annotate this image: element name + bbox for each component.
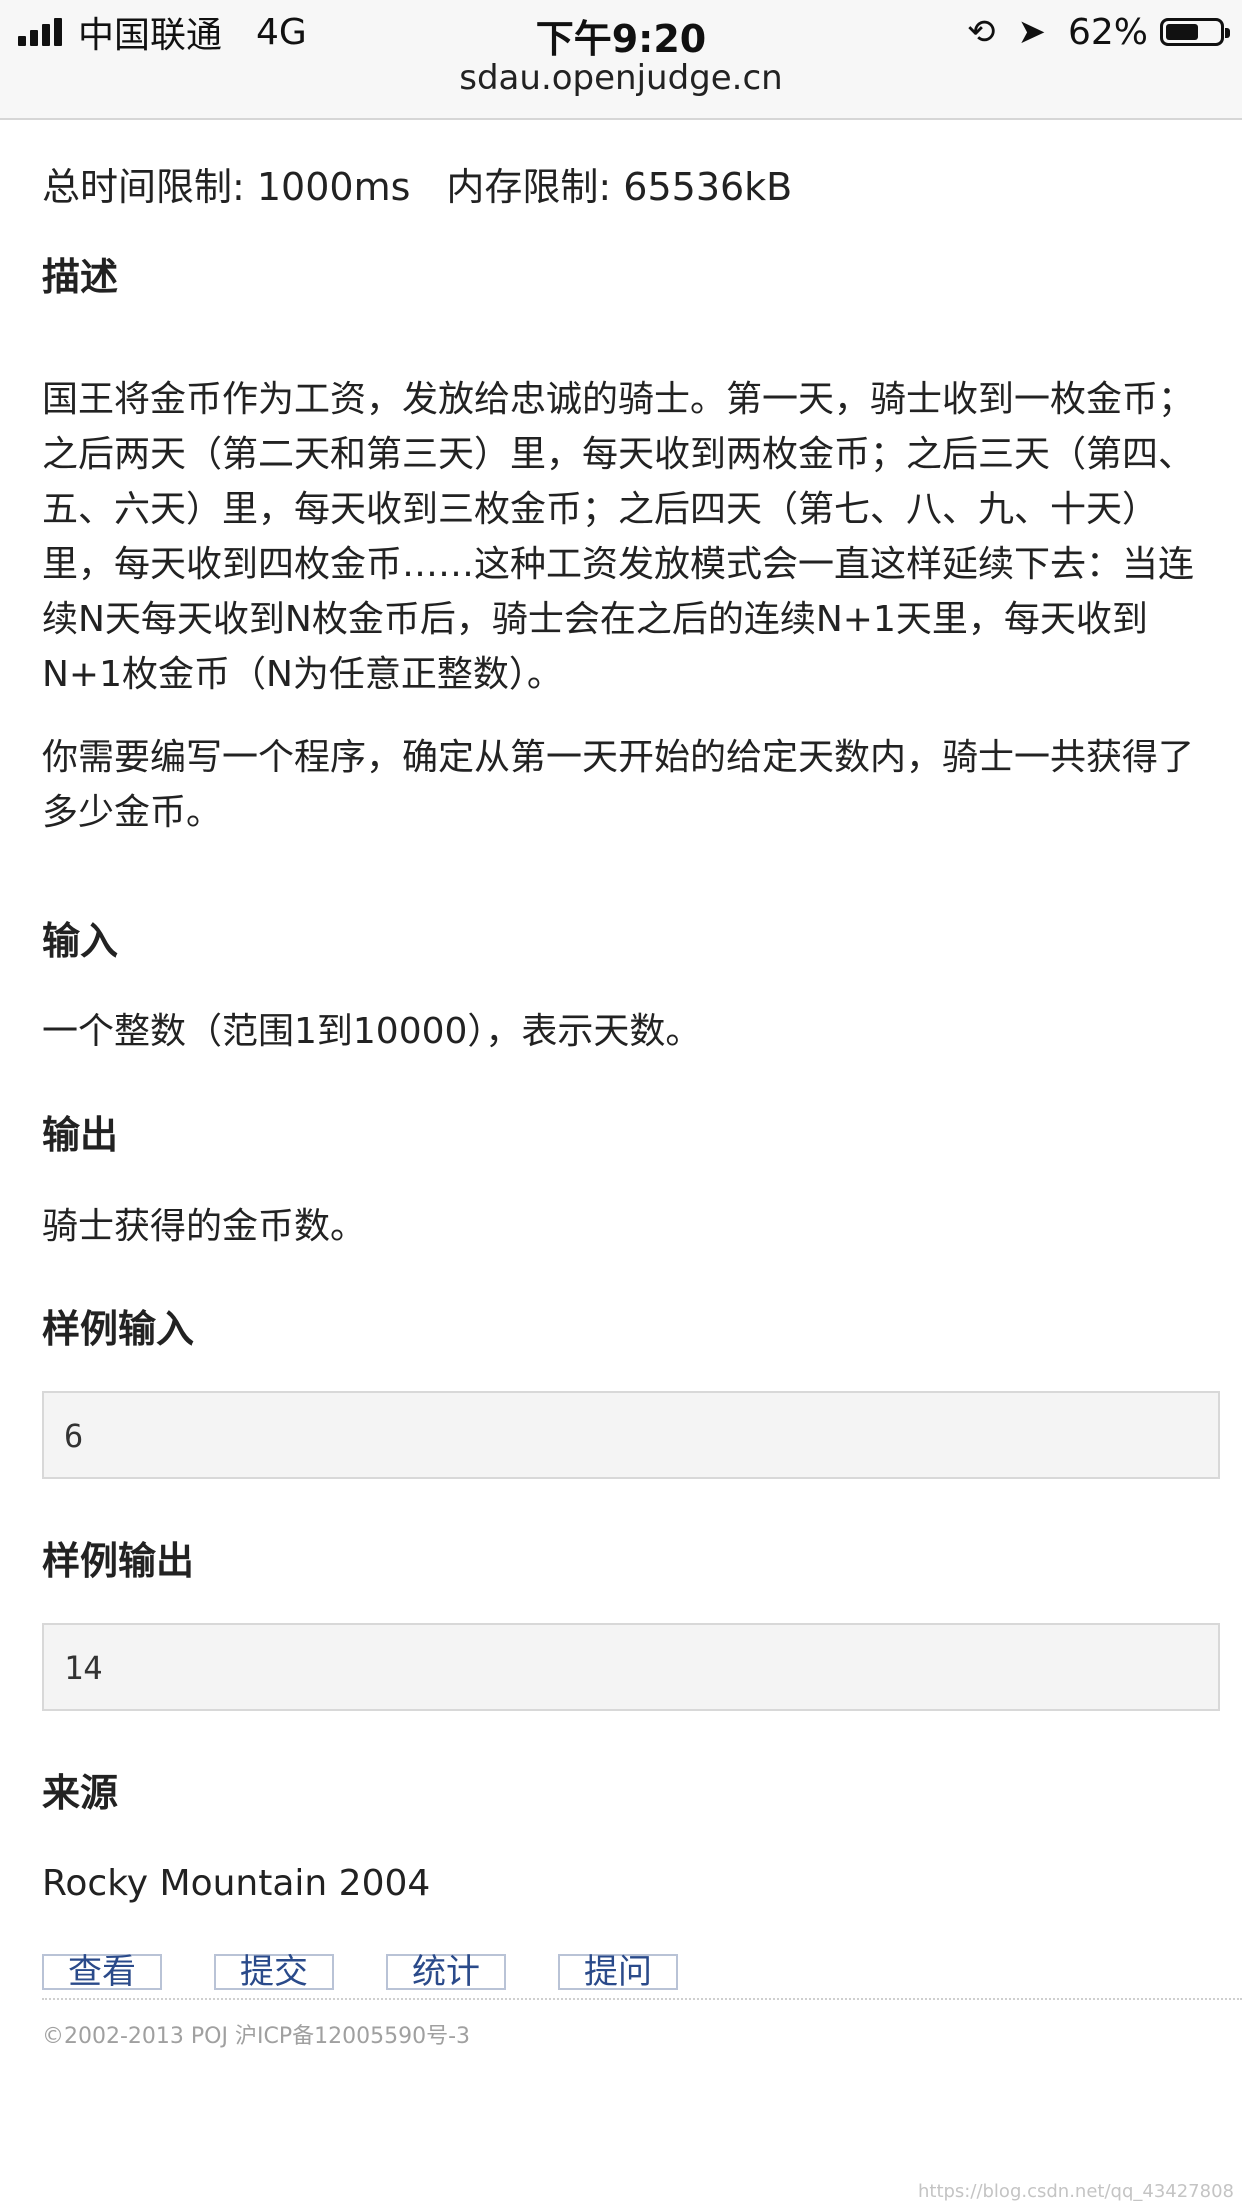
sample-output-heading: 样例输出 [42, 1539, 195, 1583]
sample-input-box: 6 [42, 1391, 1220, 1479]
time-limit: 总时间限制: 1000ms [42, 165, 411, 209]
watermark: https://blog.csdn.net/qq_43427808 [917, 2181, 1234, 2202]
network-type: 4G [256, 11, 307, 53]
limits-line: 总时间限制: 1000ms 内存限制: 65536kB [42, 156, 792, 211]
battery-fill [1166, 24, 1198, 40]
description-paragraph-1: 国王将金币作为工资，发放给忠诚的骑士。第一天，骑士收到一枚金币；之后两天（第二天… [42, 379, 1195, 695]
sample-output-box: 14 [42, 1623, 1220, 1711]
submit-button[interactable]: 提交 [214, 1954, 334, 1990]
view-button[interactable]: 查看 [42, 1954, 162, 1990]
battery-percent: 62% [1067, 11, 1148, 53]
sample-input-heading: 样例输入 [42, 1307, 195, 1351]
status-left: 中国联通 4G [18, 10, 307, 56]
source-heading: 来源 [42, 1771, 119, 1815]
memory-limit: 内存限制: 65536kB [446, 165, 793, 209]
description-heading: 描述 [42, 255, 119, 299]
location-icon: ➤ [1017, 12, 1046, 52]
rotation-lock-icon: ⟲ [966, 12, 996, 52]
action-links: 查看 提交 统计 提问 [42, 1954, 730, 1990]
output-description: 骑士获得的金币数。 [42, 1206, 367, 1247]
copyright-footer: ©2002-2013 POJ 沪ICP备12005590号-3 [42, 2024, 471, 2049]
description-paragraph-2: 你需要编写一个程序，确定从第一天开始的给定天数内，骑士一共获得了多少金币。 [42, 737, 1195, 833]
carrier-name: 中国联通 [78, 15, 223, 56]
footer-divider [42, 1998, 1242, 2000]
battery-icon [1160, 18, 1230, 46]
output-heading: 输出 [42, 1113, 119, 1157]
status-bar: 中国联通 4G 下午9:20 ⟲ ➤ 62% sdau.openjudge.cn [0, 0, 1242, 120]
address-bar[interactable]: sdau.openjudge.cn [0, 58, 1242, 98]
input-description: 一个整数（范围1到10000），表示天数。 [42, 1011, 702, 1052]
stats-button[interactable]: 统计 [386, 1954, 506, 1990]
ask-button[interactable]: 提问 [558, 1954, 678, 1990]
signal-icon [18, 18, 66, 46]
status-right: ⟲ ➤ 62% [966, 10, 1230, 54]
input-heading: 输入 [42, 919, 119, 963]
battery-tip [1225, 28, 1230, 38]
source-text: Rocky Mountain 2004 [42, 1863, 431, 1904]
